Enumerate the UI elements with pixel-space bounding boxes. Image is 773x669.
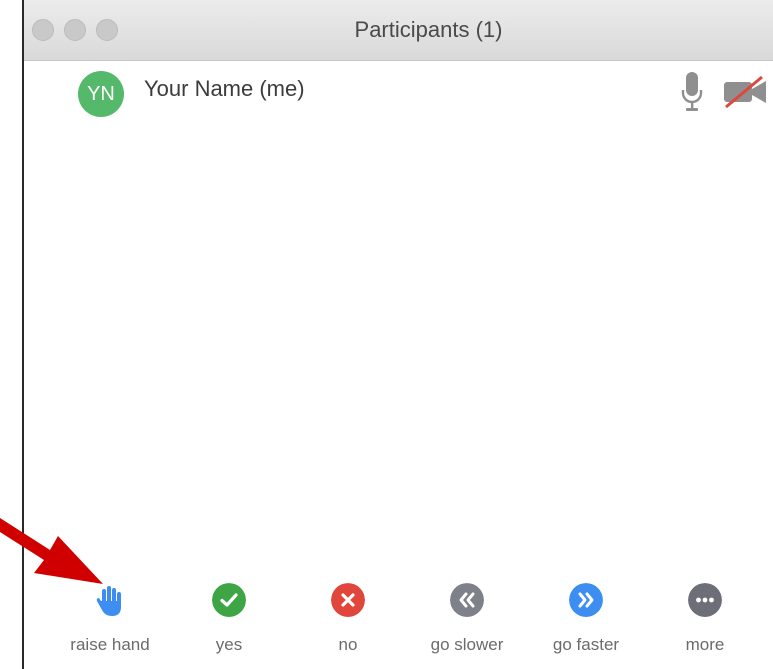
avatar: YN <box>78 71 124 117</box>
yes-button[interactable]: yes <box>169 575 289 665</box>
participants-list-area <box>24 120 773 570</box>
raise-hand-icon <box>96 586 121 616</box>
yes-label: yes <box>215 635 243 654</box>
fast-forward-icon <box>569 583 603 617</box>
go-slower-label: go slower <box>430 635 504 654</box>
no-label: no <box>338 635 358 654</box>
participant-row[interactable]: YN Your Name (me) <box>24 62 773 120</box>
microphone-icon[interactable] <box>680 70 704 114</box>
feedback-toolbar: raise hand yes no go slower go faster mo… <box>24 575 773 669</box>
more-button[interactable]: more <box>645 575 765 665</box>
check-icon <box>212 583 246 617</box>
x-icon <box>331 583 365 617</box>
background-strip <box>0 0 22 669</box>
more-label: more <box>685 635 725 654</box>
go-slower-button[interactable]: go slower <box>407 575 527 665</box>
video-off-icon[interactable] <box>722 75 768 109</box>
go-faster-label: go faster <box>552 635 620 654</box>
go-faster-button[interactable]: go faster <box>526 575 646 665</box>
rewind-icon <box>450 583 484 617</box>
raise-hand-label: raise hand <box>70 635 150 654</box>
raise-hand-button[interactable]: raise hand <box>50 575 170 665</box>
window-title: Participants (1) <box>354 17 503 42</box>
no-button[interactable]: no <box>288 575 408 665</box>
more-icon <box>688 583 722 617</box>
title-bar[interactable]: Participants (1) <box>24 0 773 61</box>
participants-window: Participants (1) YN Your Name (me) raise… <box>24 0 773 669</box>
participant-name: Your Name (me) <box>144 76 305 101</box>
